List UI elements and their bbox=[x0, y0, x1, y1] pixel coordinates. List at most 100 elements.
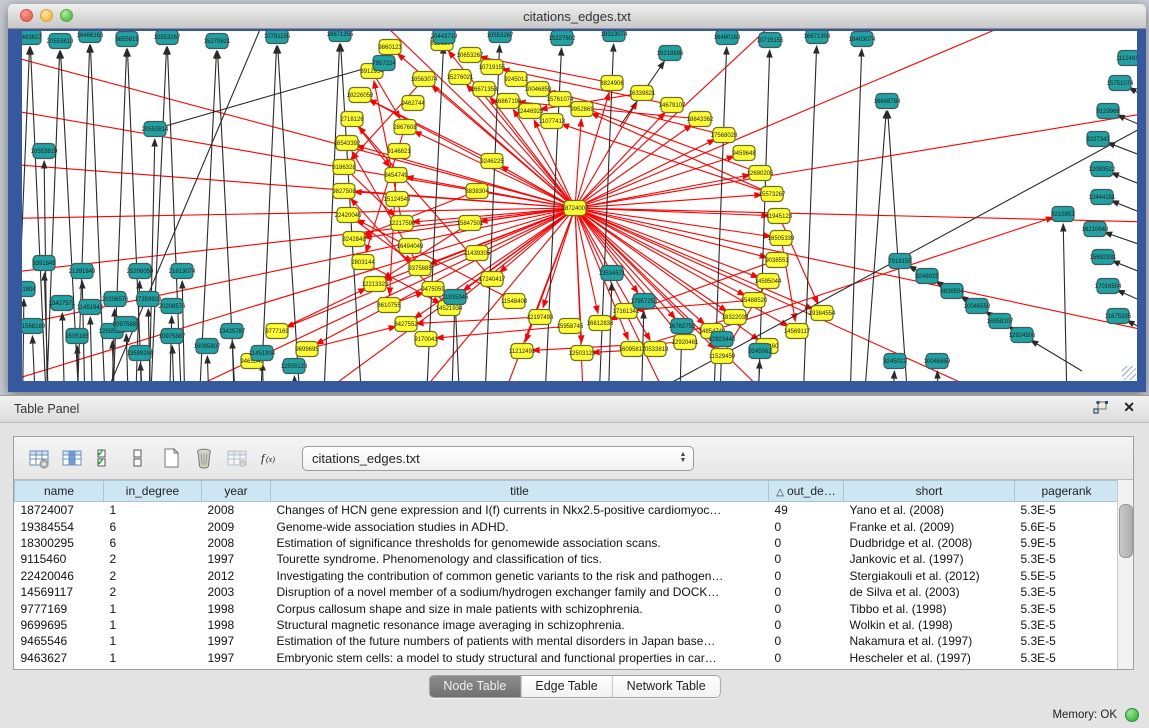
table-cell[interactable]: Genome-wide association studies in ADHD. bbox=[271, 518, 769, 534]
table-cell[interactable]: Tibbo et al. (1998) bbox=[844, 600, 1015, 616]
column-header-short[interactable]: short bbox=[844, 481, 1015, 502]
table-cell[interactable]: 5.3E-5 bbox=[1015, 633, 1119, 649]
graph-node[interactable]: 19384554 bbox=[809, 306, 836, 321]
graph-node[interactable]: 11451904 bbox=[249, 346, 276, 361]
graph-node[interactable]: 8838304 bbox=[465, 184, 489, 199]
graph-node[interactable]: 11124913 bbox=[1116, 51, 1137, 66]
table-cell[interactable]: 0 bbox=[769, 518, 844, 534]
table-cell[interactable]: de Silva et al. (2003) bbox=[844, 584, 1015, 600]
graph-node[interactable]: 9699695 bbox=[295, 342, 319, 357]
table-cell[interactable]: Corpus callosum shape and size in male p… bbox=[271, 600, 769, 616]
table-cell[interactable]: 0 bbox=[769, 617, 844, 633]
graph-node[interactable]: 12444151 bbox=[1089, 190, 1116, 205]
graph-node[interactable]: 12923448 bbox=[709, 332, 736, 347]
graph-node[interactable]: 22420046 bbox=[335, 208, 362, 223]
graph-node[interactable]: 16812838 bbox=[587, 316, 614, 331]
table-cell[interactable]: 1 bbox=[104, 600, 202, 616]
graph-node[interactable]: 11675335 bbox=[1105, 309, 1132, 324]
window-titlebar[interactable]: citations_edges.txt bbox=[8, 4, 1146, 29]
table-cell[interactable]: 2008 bbox=[202, 502, 271, 519]
graph-node[interactable]: 15958745 bbox=[557, 319, 584, 334]
graph-node[interactable]: 9245012 bbox=[504, 72, 528, 87]
table-cell[interactable]: 0 bbox=[769, 584, 844, 600]
graph-node[interactable]: 7957224 bbox=[372, 56, 396, 71]
graph-node[interactable]: 10553287 bbox=[487, 31, 514, 43]
graph-node[interactable]: 13534571 bbox=[599, 266, 626, 281]
graph-node[interactable]: 10719155 bbox=[479, 60, 506, 75]
graph-node[interactable]: 16671308 bbox=[804, 31, 831, 44]
table-row[interactable]: 1456911722003Disruption of a novel membe… bbox=[15, 584, 1119, 600]
table-cell[interactable]: 2012 bbox=[202, 568, 271, 584]
table-settings-icon[interactable] bbox=[24, 443, 54, 473]
table-cell[interactable]: 0 bbox=[769, 568, 844, 584]
graph-node[interactable]: 16505339 bbox=[768, 231, 795, 246]
table-cell[interactable]: Dudbridge et al. (2008) bbox=[844, 535, 1015, 551]
graph-node[interactable]: 16782753 bbox=[669, 319, 696, 334]
table-cell[interactable]: 19384554 bbox=[15, 518, 104, 534]
table-cell[interactable]: 1997 bbox=[202, 551, 271, 567]
graph-node[interactable]: 16095807 bbox=[194, 339, 221, 354]
graph-node[interactable]: 9129966 bbox=[1096, 104, 1120, 119]
table-vertical-scrollbar[interactable] bbox=[1117, 480, 1133, 669]
table-cell[interactable]: 5.3E-5 bbox=[1015, 502, 1119, 519]
table-row[interactable]: 1830029562008Estimation of significance … bbox=[15, 535, 1119, 551]
graph-node[interactable]: 18322039 bbox=[722, 310, 749, 325]
graph-node[interactable]: 16671355 bbox=[327, 31, 354, 42]
table-cell[interactable]: Estimation of the future numbers of pati… bbox=[271, 633, 769, 649]
table-source-dropdown[interactable]: citations_edges.txt ▲▼ bbox=[302, 446, 694, 471]
graph-node[interactable]: 9505185 bbox=[65, 329, 89, 344]
graph-node[interactable]: 16460163 bbox=[714, 31, 741, 45]
table-cell[interactable]: 1 bbox=[104, 617, 202, 633]
graph-node[interactable]: 8838504 bbox=[940, 284, 964, 299]
table-cell[interactable]: 22420046 bbox=[15, 568, 104, 584]
graph-node[interactable]: 9146821 bbox=[387, 144, 411, 159]
graph-node[interactable]: 15227602 bbox=[549, 31, 576, 46]
graph-node[interactable]: 20553819 bbox=[47, 34, 74, 49]
graph-node[interactable]: 9038551 bbox=[765, 253, 789, 268]
graph-node[interactable]: 10553267 bbox=[154, 31, 181, 45]
graph-node[interactable]: 12213323 bbox=[362, 277, 389, 292]
table-cell[interactable]: 5.3E-5 bbox=[1015, 650, 1119, 666]
table-cell[interactable]: 5.3E-5 bbox=[1015, 617, 1119, 633]
graph-node[interactable]: 9245062 bbox=[748, 344, 772, 359]
column-header-name[interactable]: name bbox=[15, 481, 104, 502]
graph-node[interactable]: 20443719 bbox=[431, 31, 458, 44]
graph-node[interactable]: 10791155 bbox=[264, 31, 291, 44]
graph-node[interactable]: 10533819 bbox=[642, 342, 669, 357]
graph-node[interactable]: 8427552 bbox=[394, 317, 418, 332]
rows-icon[interactable] bbox=[123, 443, 153, 473]
table-row[interactable]: 946554611997Estimation of the future num… bbox=[15, 633, 1119, 649]
table-cell[interactable]: 5.6E-5 bbox=[1015, 518, 1119, 534]
graph-node[interactable]: 12197493 bbox=[527, 310, 554, 325]
column-header-in_degree[interactable]: in_degree bbox=[104, 481, 202, 502]
graph-node[interactable]: 9952869 bbox=[570, 102, 594, 117]
table-cell[interactable]: 2003 bbox=[202, 584, 271, 600]
graph-node[interactable]: 11529459 bbox=[709, 349, 736, 364]
graph-node[interactable]: 15276021 bbox=[447, 70, 474, 85]
table-cell[interactable]: 5.5E-5 bbox=[1015, 568, 1119, 584]
table-row[interactable]: 911546021997Tourette syndrome. Phenomeno… bbox=[15, 551, 1119, 567]
column-header-out_de[interactable]: △out_de… bbox=[769, 481, 844, 502]
graph-node[interactable]: 15751074 bbox=[1107, 76, 1134, 91]
graph-node[interactable]: 12690205 bbox=[747, 166, 774, 181]
table-cell[interactable]: 1 bbox=[104, 633, 202, 649]
graph-node[interactable]: 2867608 bbox=[393, 120, 417, 135]
table-cell[interactable]: 18300295 bbox=[15, 535, 104, 551]
table-cell[interactable]: 2009 bbox=[202, 518, 271, 534]
graph-node[interactable]: 16210643 bbox=[1082, 222, 1109, 237]
graph-node[interactable]: 14679107 bbox=[659, 98, 686, 113]
network-canvas[interactable]: 18724007 9860123 8912954 18226058 271812… bbox=[22, 31, 1137, 381]
table-cell[interactable]: 14569117 bbox=[15, 584, 104, 600]
table-cell[interactable]: 2008 bbox=[202, 535, 271, 551]
graph-node[interactable]: 12505123 bbox=[281, 359, 308, 374]
graph-node[interactable]: 11548408 bbox=[501, 294, 528, 309]
table-cell[interactable]: 18724007 bbox=[15, 502, 104, 519]
graph-node[interactable]: 8610755 bbox=[377, 298, 401, 313]
graph-node[interactable]: 9463627 bbox=[22, 31, 42, 45]
table-cell[interactable]: 9463627 bbox=[15, 650, 104, 666]
graph-node[interactable]: 18563074 bbox=[411, 72, 438, 87]
graph-node[interactable]: 11568189 bbox=[22, 319, 46, 334]
table-cell[interactable]: Structural magnetic resonance image aver… bbox=[271, 617, 769, 633]
graph-node[interactable]: 25206050 bbox=[127, 264, 154, 279]
table-cell[interactable]: Nakamura et al. (1997) bbox=[844, 633, 1015, 649]
